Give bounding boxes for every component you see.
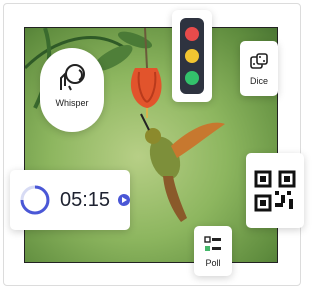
timer-time: 05:15	[59, 188, 111, 211]
dice-icon	[250, 52, 268, 69]
traffic-light-widget[interactable]	[172, 10, 212, 102]
whisper-widget[interactable]: Whisper	[40, 48, 104, 132]
dice-label: Dice	[249, 75, 268, 86]
progress-ring-icon	[20, 185, 50, 215]
traffic-light-body	[180, 18, 204, 94]
play-icon[interactable]	[118, 194, 130, 206]
poll-label: Poll	[205, 258, 221, 268]
whisper-icon	[60, 64, 85, 91]
red-light[interactable]	[185, 27, 199, 41]
dice-widget[interactable]: Dice	[240, 41, 278, 96]
timer-widget[interactable]: 05:15	[10, 170, 130, 230]
whisper-label: Whisper	[55, 98, 89, 108]
qr-code-icon	[254, 170, 296, 211]
yellow-light[interactable]	[185, 49, 199, 63]
poll-widget[interactable]: Poll	[194, 226, 232, 276]
qr-widget[interactable]	[246, 153, 304, 228]
green-light[interactable]	[185, 71, 199, 85]
poll-icon	[204, 236, 221, 251]
